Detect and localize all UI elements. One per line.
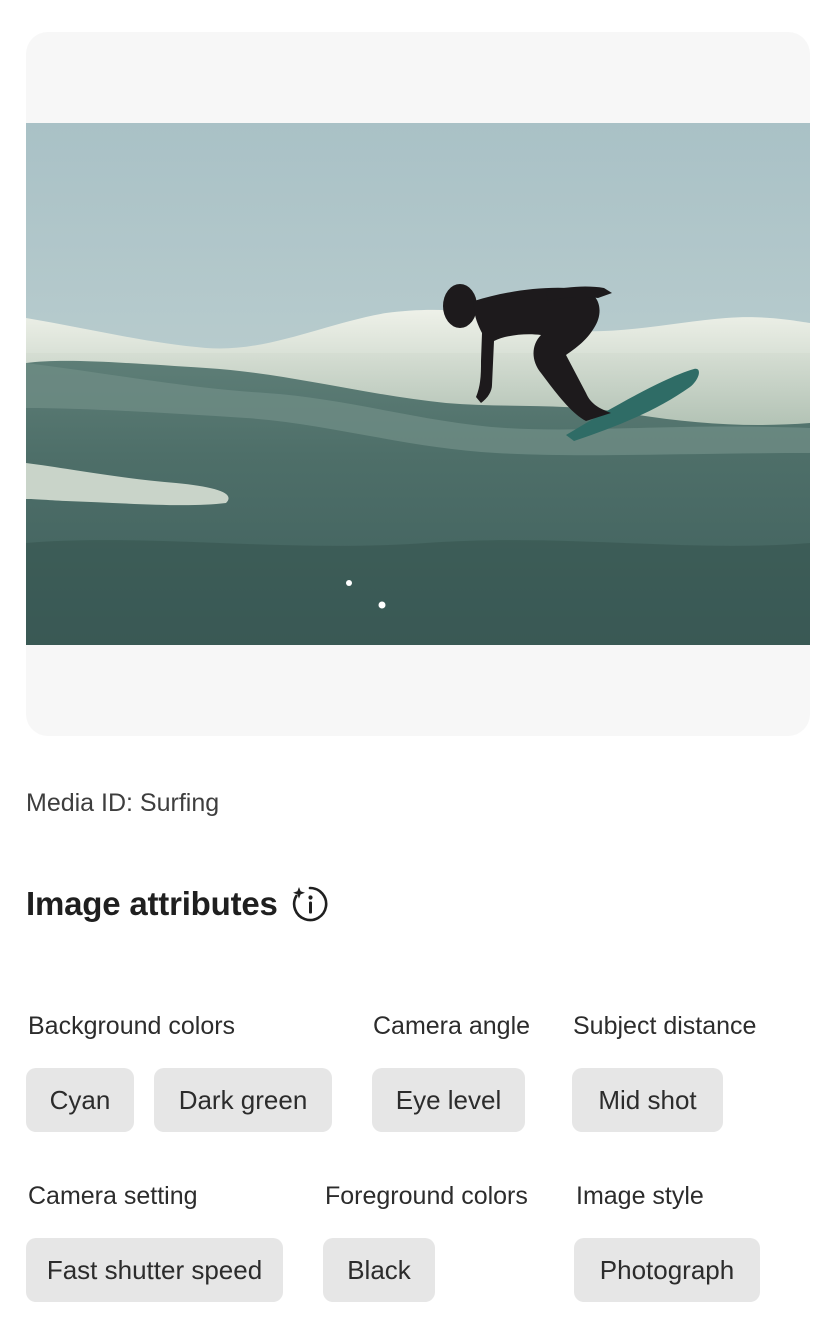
label-camera-angle: Camera angle: [373, 1012, 531, 1040]
ai-info-icon[interactable]: [290, 884, 330, 924]
label-camera-setting: Camera setting: [28, 1182, 198, 1210]
media-id-text: Media ID: Surfing: [26, 789, 220, 817]
chip-fast-shutter-speed[interactable]: Fast shutter speed: [26, 1238, 283, 1302]
label-subject-distance: Subject distance: [573, 1012, 757, 1040]
label-image-style: Image style: [576, 1182, 704, 1210]
chip-black[interactable]: Black: [323, 1238, 435, 1302]
chip-photograph[interactable]: Photograph: [574, 1238, 760, 1302]
chip-mid-shot[interactable]: Mid shot: [572, 1068, 723, 1132]
surfing-photo: [26, 123, 810, 645]
label-foreground-colors: Foreground colors: [325, 1182, 528, 1210]
section-title: Image attributes: [26, 885, 278, 922]
media-preview-card: [26, 32, 810, 736]
image-attributes-header: Image attributes: [26, 884, 330, 924]
chip-eye-level[interactable]: Eye level: [372, 1068, 525, 1132]
chip-dark-green[interactable]: Dark green: [154, 1068, 332, 1132]
chip-cyan[interactable]: Cyan: [26, 1068, 134, 1132]
label-background-colors: Background colors: [28, 1012, 236, 1040]
